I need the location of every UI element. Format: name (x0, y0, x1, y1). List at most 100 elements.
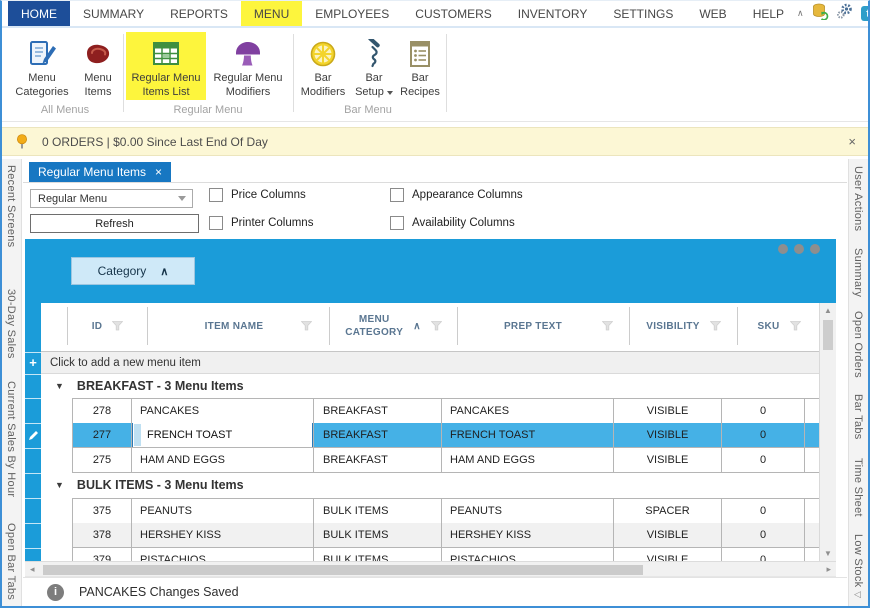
cell-id[interactable]: 277 (72, 423, 132, 447)
cell-item-name-editing[interactable] (132, 423, 314, 447)
item-name-edit-box[interactable] (132, 423, 313, 447)
filter-funnel-icon[interactable] (431, 321, 442, 331)
column-header-id[interactable]: ID (67, 307, 148, 345)
tab-close-icon[interactable]: × (155, 165, 162, 179)
cell-sku[interactable]: 0 (722, 399, 805, 423)
cell-visibility[interactable]: VISIBLE (614, 399, 722, 423)
scroll-up-icon[interactable]: ▲ (820, 303, 836, 318)
cell-visibility[interactable]: VISIBLE (614, 548, 722, 561)
cell-menu-category[interactable]: BULK ITEMS (314, 499, 442, 523)
cell-id[interactable]: 379 (72, 548, 132, 561)
table-row[interactable]: 375 PEANUTS BULK ITEMS PEANUTS SPACER 0 (72, 498, 819, 524)
cell-prep-text[interactable]: PANCAKES (442, 399, 614, 423)
scroll-left-icon[interactable]: ◂ (30, 562, 35, 577)
cell-partial[interactable] (805, 523, 819, 547)
scroll-down-icon[interactable]: ▼ (820, 546, 836, 561)
add-new-menu-item-row[interactable]: Click to add a new menu item (41, 352, 819, 374)
cell-item-name[interactable]: HAM AND EGGS (132, 448, 314, 472)
bar-recipes-button[interactable]: Bar Recipes (398, 32, 442, 100)
regular-menu-items-list-button[interactable]: Regular Menu Items List (126, 32, 206, 100)
cell-menu-category[interactable]: BREAKFAST (314, 423, 442, 447)
menu-categories-button[interactable]: Menu Categories (10, 32, 74, 100)
column-header-visibility[interactable]: VISIBILITY (630, 307, 738, 345)
menu-tab-inventory[interactable]: INVENTORY (505, 1, 601, 26)
filter-funnel-icon[interactable] (602, 321, 613, 331)
menu-tab-customers[interactable]: CUSTOMERS (402, 1, 504, 26)
menu-select-dropdown[interactable]: Regular Menu (30, 189, 193, 208)
group-header-breakfast[interactable]: ▼ BREAKFAST - 3 Menu Items (41, 374, 819, 398)
grid-menu-dots[interactable] (778, 244, 820, 254)
filter-funnel-icon[interactable] (710, 321, 721, 331)
menu-tab-reports[interactable]: REPORTS (157, 1, 241, 26)
bar-setup-button[interactable]: Bar Setup (350, 32, 398, 100)
grid-dot-icon[interactable] (810, 244, 820, 254)
collapse-ribbon-icon[interactable]: ∧ (797, 8, 804, 19)
collapse-group-icon[interactable]: ▼ (55, 381, 64, 391)
table-row[interactable]: 378 HERSHEY KISS BULK ITEMS HERSHEY KISS… (72, 523, 819, 548)
dock-user-actions[interactable]: User Actions (852, 166, 864, 231)
availability-columns-checkbox[interactable] (390, 216, 404, 230)
menu-tab-home[interactable]: HOME (8, 1, 70, 26)
column-header-prep-text[interactable]: PREP TEXT (458, 307, 630, 345)
checkbox-appearance-columns[interactable]: Appearance Columns (390, 188, 523, 202)
table-row[interactable]: 379 PISTACHIOS BULK ITEMS PISTACHIOS VIS… (72, 548, 819, 561)
scroll-right-icon[interactable]: ▸ (826, 562, 831, 577)
cell-partial[interactable] (805, 399, 819, 423)
grid-dot-icon[interactable] (794, 244, 804, 254)
regular-menu-modifiers-button[interactable]: Regular Menu Modifiers (208, 32, 288, 100)
column-header-item-name[interactable]: ITEM NAME (148, 307, 330, 345)
grid-dot-icon[interactable] (778, 244, 788, 254)
refresh-button[interactable]: Refresh (30, 214, 199, 233)
database-sync-icon[interactable] (812, 3, 829, 25)
table-row[interactable]: 275 HAM AND EGGS BREAKFAST HAM AND EGGS … (72, 448, 819, 473)
cell-item-name[interactable]: PISTACHIOS (132, 548, 314, 561)
filter-funnel-icon[interactable] (301, 321, 312, 331)
menu-tab-settings[interactable]: SETTINGS (600, 1, 686, 26)
cell-id[interactable]: 278 (72, 399, 132, 423)
sort-ascending-icon[interactable]: ∧ (160, 265, 168, 278)
dock-recent-screens[interactable]: Recent Screens (5, 165, 17, 247)
vertical-scroll-thumb[interactable] (823, 320, 833, 350)
item-name-input[interactable] (141, 423, 312, 447)
printer-columns-checkbox[interactable] (209, 216, 223, 230)
grid-vertical-scrollbar[interactable]: ▲ ▼ (819, 303, 836, 561)
dock-bar-tabs[interactable]: Bar Tabs (852, 394, 864, 440)
checkbox-printer-columns[interactable]: Printer Columns (209, 216, 313, 230)
bar-modifiers-button[interactable]: Bar Modifiers (296, 32, 350, 100)
cell-prep-text[interactable]: HAM AND EGGS (442, 448, 614, 472)
cell-sku[interactable]: 0 (722, 448, 805, 472)
cell-sku[interactable]: 0 (722, 548, 805, 561)
menu-tab-summary[interactable]: SUMMARY (70, 1, 157, 26)
cell-prep-text[interactable]: HERSHEY KISS (442, 523, 614, 547)
group-by-category-button[interactable]: Category ∧ (71, 257, 195, 285)
column-header-sku[interactable]: SKU (738, 307, 821, 345)
collapse-group-icon[interactable]: ▼ (55, 480, 64, 490)
grid-horizontal-scrollbar[interactable]: ◂ ▸ (25, 561, 836, 577)
checkbox-price-columns[interactable]: Price Columns (209, 188, 306, 202)
cell-partial[interactable] (805, 423, 819, 447)
dock-summary[interactable]: Summary (852, 248, 864, 297)
dock-splitter-icon[interactable]: ◁ (854, 589, 861, 600)
cell-id[interactable]: 275 (72, 448, 132, 472)
appearance-columns-checkbox[interactable] (390, 188, 404, 202)
cell-id[interactable]: 375 (72, 499, 132, 523)
sort-ascending-icon[interactable]: ∧ (413, 321, 421, 332)
dock-low-stock[interactable]: Low Stock (852, 534, 864, 587)
cell-item-name[interactable]: PEANUTS (132, 499, 314, 523)
cell-prep-text[interactable]: PISTACHIOS (442, 548, 614, 561)
cell-prep-text[interactable]: PEANUTS (442, 499, 614, 523)
dock-30-day-sales[interactable]: 30-Day Sales (5, 289, 17, 359)
cell-menu-category[interactable]: BULK ITEMS (314, 548, 442, 561)
cell-menu-category[interactable]: BREAKFAST (314, 448, 442, 472)
menu-tab-web[interactable]: WEB (686, 1, 739, 26)
menu-tab-employees[interactable]: EMPLOYEES (302, 1, 402, 26)
notification-close-icon[interactable]: × (848, 134, 856, 149)
filter-funnel-icon[interactable] (112, 321, 123, 331)
group-header-bulk-items[interactable]: ▼ BULK ITEMS - 3 Menu Items (41, 473, 819, 497)
filter-funnel-icon[interactable] (790, 321, 801, 331)
price-columns-checkbox[interactable] (209, 188, 223, 202)
cell-id[interactable]: 378 (72, 523, 132, 547)
cell-visibility[interactable]: VISIBLE (614, 523, 722, 547)
menu-tab-menu[interactable]: MENU (241, 1, 302, 26)
cell-visibility[interactable]: VISIBLE (614, 423, 722, 447)
